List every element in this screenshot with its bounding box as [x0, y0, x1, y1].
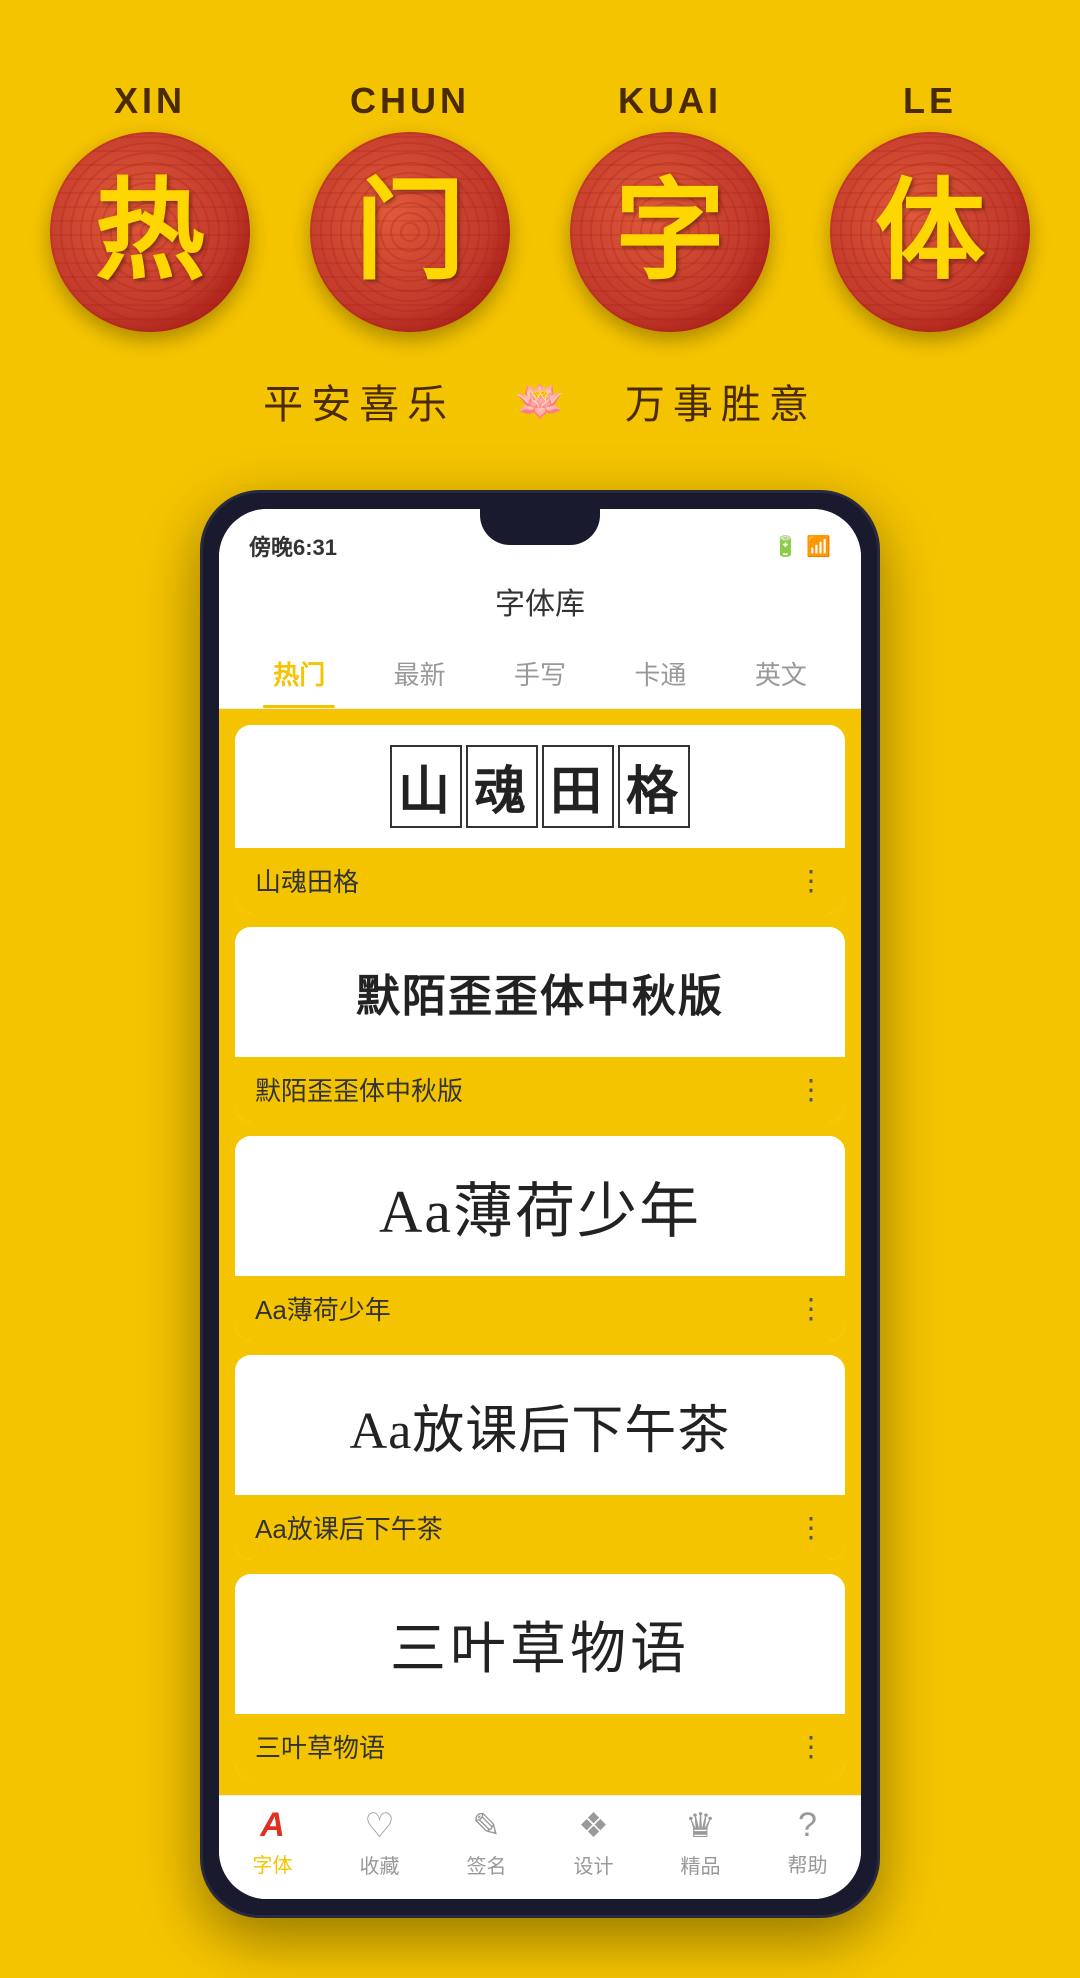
crown-icon: ♛ [685, 1806, 715, 1846]
subtitle-row: 平安喜乐 🪷 万事胜意 [263, 372, 817, 430]
bottom-nav: A 字体 ♡ 收藏 ✎ 签名 ❖ 设计 ♛ 精品 [219, 1795, 861, 1899]
nav-label-signature: 签名 [467, 1850, 507, 1879]
app-title: 字体库 [495, 588, 585, 621]
font-card-5[interactable]: 三叶草物语 三叶草物语 ⋮ [235, 1574, 845, 1779]
help-icon: ? [798, 1806, 817, 1845]
font-card-2[interactable]: 默陌歪歪体中秋版 默陌歪歪体中秋版 ⋮ [235, 927, 845, 1122]
font-name-row-5: 三叶草物语 ⋮ [235, 1714, 845, 1779]
font-name-row-1: 山魂田格 ⋮ [235, 848, 845, 913]
tab-handwrite[interactable]: 手写 [480, 639, 600, 708]
heart-icon: ♡ [364, 1806, 394, 1846]
battery-icon: 🔋 [773, 534, 798, 559]
more-icon-5[interactable]: ⋮ [797, 1730, 825, 1763]
font-name-3: Aa薄荷少年 [255, 1290, 391, 1327]
pinyin-label-chun: CHUN [350, 80, 470, 122]
font-name-row-3: Aa薄荷少年 ⋮ [235, 1276, 845, 1341]
font-card-3[interactable]: Aa薄荷少年 Aa薄荷少年 ⋮ [235, 1136, 845, 1341]
font-name-row-2: 默陌歪歪体中秋版 ⋮ [235, 1057, 845, 1122]
font-card-1[interactable]: 山魂田格 山魂田格 ⋮ [235, 725, 845, 913]
header-section: XIN 热 CHUN 门 KUAI 字 LE 体 [0, 0, 1080, 470]
phone-notch [480, 509, 600, 545]
more-icon-2[interactable]: ⋮ [797, 1073, 825, 1106]
nav-label-design: 设计 [574, 1850, 614, 1879]
nav-item-fonts[interactable]: A 字体 [219, 1806, 326, 1879]
wifi-icon: 📶 [806, 534, 831, 559]
design-icon: ❖ [578, 1806, 608, 1846]
pen-icon: ✎ [472, 1806, 501, 1846]
pinyin-item-xin: XIN 热 [50, 80, 250, 332]
circle-re: 热 [50, 132, 250, 332]
more-icon-1[interactable]: ⋮ [797, 864, 825, 897]
font-card-4[interactable]: Aa放课后下午茶 Aa放课后下午茶 ⋮ [235, 1355, 845, 1560]
font-name-2: 默陌歪歪体中秋版 [255, 1071, 463, 1108]
nav-item-premium[interactable]: ♛ 精品 [647, 1806, 754, 1879]
subtitle-right: 万事胜意 [625, 372, 817, 430]
char-men: 门 [355, 177, 465, 287]
font-name-1: 山魂田格 [255, 862, 359, 899]
phone-mockup: 傍晚6:31 🔋 📶 字体库 热门 最新 手写 [200, 490, 880, 1918]
font-preview-text-4: Aa放课后下午茶 [350, 1388, 731, 1463]
char-ti: 体 [875, 177, 985, 287]
circle-men: 门 [310, 132, 510, 332]
pinyin-label-le: LE [903, 80, 957, 122]
font-list: 山魂田格 山魂田格 ⋮ 默陌歪歪体中秋版 默陌歪歪体中秋版 ⋮ [219, 709, 861, 1795]
tab-english[interactable]: 英文 [721, 639, 841, 708]
pinyin-label-kuai: KUAI [618, 80, 722, 122]
tabs-bar[interactable]: 热门 最新 手写 卡通 英文 [219, 639, 861, 709]
more-icon-3[interactable]: ⋮ [797, 1292, 825, 1325]
font-nav-icon: A [260, 1806, 285, 1845]
font-preview-text-2: 默陌歪歪体中秋版 [356, 960, 724, 1024]
phone-screen: 傍晚6:31 🔋 📶 字体库 热门 最新 手写 [219, 509, 861, 1899]
font-preview-2: 默陌歪歪体中秋版 [235, 927, 845, 1057]
nav-item-signature[interactable]: ✎ 签名 [433, 1806, 540, 1879]
nav-label-help: 帮助 [788, 1849, 828, 1878]
pinyin-item-kuai: KUAI 字 [570, 80, 770, 332]
font-name-row-4: Aa放课后下午茶 ⋮ [235, 1495, 845, 1560]
nav-label-fonts: 字体 [253, 1849, 293, 1878]
font-name-4: Aa放课后下午茶 [255, 1509, 443, 1546]
subtitle-left: 平安喜乐 [263, 372, 455, 430]
pinyin-item-chun: CHUN 门 [310, 80, 510, 332]
pinyin-row: XIN 热 CHUN 门 KUAI 字 LE 体 [0, 80, 1080, 332]
font-preview-5: 三叶草物语 [235, 1574, 845, 1714]
more-icon-4[interactable]: ⋮ [797, 1511, 825, 1544]
circle-zi: 字 [570, 132, 770, 332]
lotus-icon: 🪷 [515, 378, 565, 425]
font-preview-text-5: 三叶草物语 [390, 1604, 690, 1685]
app-title-bar: 字体库 [219, 569, 861, 639]
nav-item-help[interactable]: ? 帮助 [754, 1806, 861, 1879]
circle-ti: 体 [830, 132, 1030, 332]
pinyin-item-le: LE 体 [830, 80, 1030, 332]
phone-section: 傍晚6:31 🔋 📶 字体库 热门 最新 手写 [0, 470, 1080, 1978]
nav-item-favorites[interactable]: ♡ 收藏 [326, 1806, 433, 1879]
font-preview-4: Aa放课后下午茶 [235, 1355, 845, 1495]
font-preview-text-3: Aa薄荷少年 [379, 1163, 701, 1250]
font-preview-3: Aa薄荷少年 [235, 1136, 845, 1276]
status-icons: 🔋 📶 [773, 534, 831, 559]
nav-item-design[interactable]: ❖ 设计 [540, 1806, 647, 1879]
nav-label-premium: 精品 [681, 1850, 721, 1879]
char-re: 热 [95, 177, 205, 287]
tab-hot[interactable]: 热门 [239, 639, 359, 708]
font-preview-text-1: 山魂田格 [388, 745, 692, 828]
tab-new[interactable]: 最新 [359, 639, 479, 708]
nav-label-favorites: 收藏 [360, 1850, 400, 1879]
char-zi: 字 [615, 177, 725, 287]
tab-cartoon[interactable]: 卡通 [600, 639, 720, 708]
font-preview-1: 山魂田格 [235, 725, 845, 848]
font-name-5: 三叶草物语 [255, 1728, 385, 1765]
pinyin-label-xin: XIN [114, 80, 186, 122]
status-time: 傍晚6:31 [249, 530, 337, 562]
